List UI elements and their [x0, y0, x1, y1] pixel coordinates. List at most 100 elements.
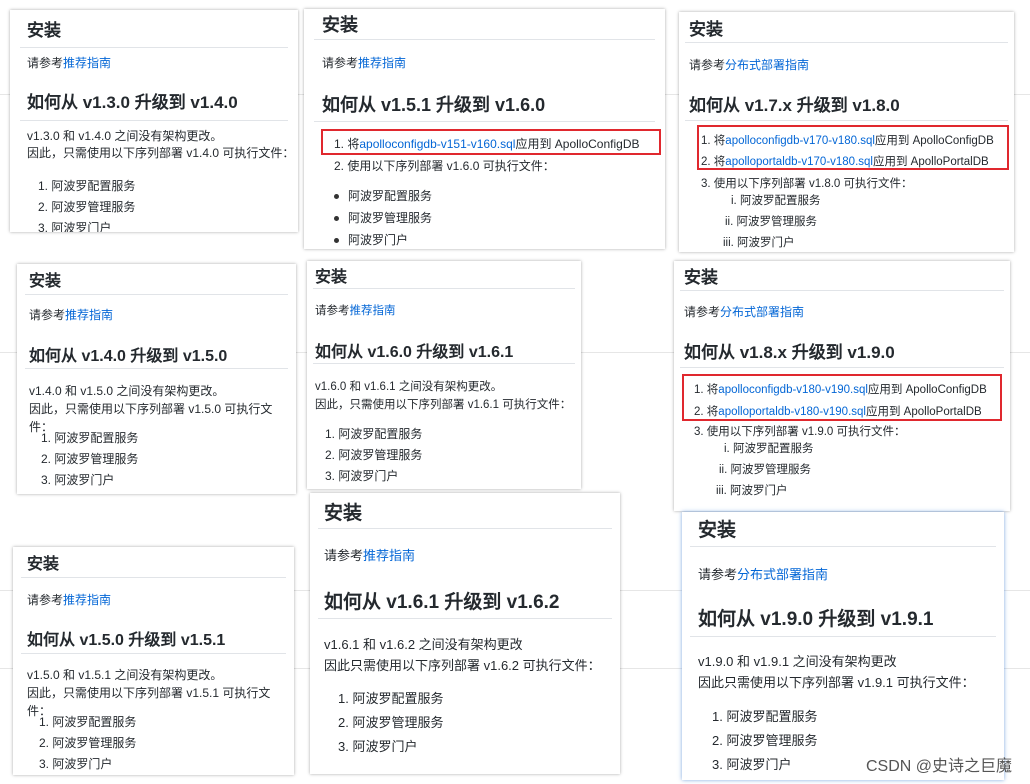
reference-prefix: 请参考 — [27, 56, 64, 70]
upgrade-card-v140-v150: 安装 请参考推荐指南 如何从 v1.4.0 升级到 v1.5.0 v1.4.0 … — [17, 264, 296, 494]
upgrade-card-v18x-v190: 安装 请参考分布式部署指南 如何从 v1.8.x 升级到 v1.9.0 1. 将… — [674, 261, 1010, 511]
deploy-list: 1. 阿波罗配置服务 2. 阿波罗管理服务 3. 阿波罗门户 — [325, 424, 422, 487]
bullet-icon — [334, 194, 339, 199]
bullet-icon — [334, 238, 339, 243]
guide-link[interactable]: 推荐指南 — [358, 56, 406, 70]
sql-step-portal: 2. 将apolloportaldb-v180-v190.sql应用到 Apol… — [694, 403, 982, 419]
deploy-step: 3. 使用以下序列部署 v1.9.0 可执行文件： — [694, 426, 906, 438]
upgrade-heading: 如何从 v1.4.0 升级到 v1.5.0 — [29, 348, 228, 365]
reference-prefix: 请参考 — [698, 567, 738, 582]
install-title: 安装 — [322, 15, 358, 35]
divider — [680, 290, 1004, 291]
divider — [690, 636, 996, 637]
divider — [21, 577, 286, 578]
list-item: i. 阿波罗配置服务 — [724, 443, 814, 455]
guide-link[interactable]: 推荐指南 — [63, 593, 111, 607]
reference-line: 请参考分布式部署指南 — [689, 56, 809, 73]
upgrade-heading: 如何从 v1.6.1 升级到 v1.6.2 — [324, 592, 560, 613]
guide-link[interactable]: 推荐指南 — [63, 56, 111, 70]
list-item: 1. 阿波罗配置服务 — [38, 179, 136, 193]
reference-prefix: 请参考 — [27, 593, 64, 607]
guide-link[interactable]: 推荐指南 — [350, 305, 396, 317]
reference-line: 请参考推荐指南 — [27, 54, 111, 71]
bullet-icon — [334, 216, 339, 221]
divider — [20, 47, 288, 48]
description: v1.6.1 和 v1.6.2 之间没有架构更改 因此只需使用以下序列部署 v1… — [324, 634, 601, 676]
list-item-label: 阿波罗门户 — [348, 233, 409, 247]
deploy-list: 阿波罗配置服务 阿波罗管理服务 阿波罗门户 — [334, 185, 432, 249]
divider — [685, 42, 1008, 43]
csdn-watermark: CSDN @史诗之巨魔 — [865, 758, 1012, 775]
list-item: 2. 阿波罗管理服务 — [38, 200, 136, 214]
guide-link[interactable]: 推荐指南 — [363, 548, 415, 563]
list-item: i. 阿波罗配置服务 — [731, 195, 821, 207]
upgrade-heading: 如何从 v1.6.0 升级到 v1.6.1 — [315, 344, 514, 361]
divider — [313, 363, 575, 364]
sql-script-link[interactable]: apolloconfigdb-v180-v190.sql — [718, 384, 868, 396]
reference-prefix: 请参考 — [324, 548, 364, 563]
list-item: 2. 阿波罗管理服务 — [39, 736, 137, 750]
upgrade-card-v160-v161: 安装 请参考推荐指南 如何从 v1.6.0 升级到 v1.6.1 v1.6.0 … — [307, 261, 581, 489]
description-line: 因此只需使用以下序列部署 v1.9.1 可执行文件： — [698, 675, 975, 690]
upgrade-card-v161-v162: 安装 请参考推荐指南 如何从 v1.6.1 升级到 v1.6.2 v1.6.1 … — [310, 493, 620, 774]
sql-step-portal: 2. 将apolloportaldb-v170-v180.sql应用到 Apol… — [701, 153, 989, 169]
sql-script-link[interactable]: apolloportaldb-v180-v190.sql — [718, 406, 866, 418]
upgrade-card-v150-v151: 安装 请参考推荐指南 如何从 v1.5.0 升级到 v1.5.1 v1.5.0 … — [13, 547, 294, 775]
install-title: 安装 — [27, 21, 61, 40]
reference-line: 请参考推荐指南 — [322, 54, 406, 71]
upgrade-heading: 如何从 v1.5.1 升级到 v1.6.0 — [322, 95, 546, 115]
install-title: 安装 — [315, 269, 348, 286]
guide-link[interactable]: 分布式部署指南 — [737, 567, 828, 582]
description: v1.3.0 和 v1.4.0 之间没有架构更改。 因此，只需使用以下序列部署 … — [27, 128, 294, 162]
sql-script-link[interactable]: apolloportaldb-v170-v180.sql — [725, 156, 873, 168]
deploy-list: i. 阿波罗配置服务 ii. 阿波罗管理服务 iii. 阿波罗门户 — [716, 439, 813, 502]
sql-script-link[interactable]: apolloconfigdb-v151-v160.sql — [359, 137, 515, 151]
list-item: ii. 阿波罗管理服务 — [719, 464, 811, 476]
install-title: 安装 — [684, 268, 718, 287]
description-line: 因此，只需使用以下序列部署 v1.4.0 可执行文件： — [27, 146, 295, 160]
list-item: 阿波罗管理服务 — [334, 207, 432, 229]
reference-prefix: 请参考 — [29, 308, 66, 322]
deploy-list: 1. 阿波罗配置服务 2. 阿波罗管理服务 3. 阿波罗门户 — [712, 705, 817, 777]
install-title: 安装 — [698, 520, 737, 541]
install-title: 安装 — [27, 556, 60, 573]
description-line: v1.4.0 和 v1.5.0 之间没有架构更改。 — [29, 384, 225, 398]
list-item: 3. 阿波罗门户 — [338, 739, 418, 754]
install-title: 安装 — [689, 20, 723, 39]
divider — [21, 653, 286, 654]
list-item: 3. 阿波罗门户 — [38, 221, 112, 232]
list-item: 1. 阿波罗配置服务 — [338, 691, 444, 706]
guide-link[interactable]: 分布式部署指南 — [720, 305, 804, 319]
guide-link[interactable]: 分布式部署指南 — [725, 58, 809, 72]
upgrade-heading: 如何从 v1.9.0 升级到 v1.9.1 — [698, 609, 934, 630]
divider — [25, 368, 288, 369]
reference-line: 请参考分布式部署指南 — [684, 303, 804, 320]
list-item: 3. 阿波罗门户 — [39, 757, 113, 771]
description: v1.6.0 和 v1.6.1 之间没有架构更改。 因此，只需使用以下序列部署 … — [315, 378, 571, 414]
upgrade-heading: 如何从 v1.3.0 升级到 v1.4.0 — [27, 93, 238, 112]
divider — [314, 121, 655, 122]
step-prefix: 2. 将 — [694, 406, 719, 418]
deploy-list: 1. 阿波罗配置服务 2. 阿波罗管理服务 3. 阿波罗门户 — [38, 176, 135, 232]
divider — [685, 120, 1008, 121]
upgrade-heading: 如何从 v1.5.0 升级到 v1.5.1 — [27, 632, 226, 649]
sql-step-config: 1. 将apolloconfigdb-v170-v180.sql应用到 Apol… — [701, 132, 994, 148]
list-item: 3. 阿波罗门户 — [325, 469, 399, 483]
step-prefix: 2. 将 — [701, 156, 726, 168]
list-item: 2. 阿波罗管理服务 — [712, 733, 818, 748]
step-suffix: 应用到 ApolloPortalDB — [865, 406, 982, 418]
list-item-label: 阿波罗配置服务 — [348, 189, 433, 203]
reference-line: 请参考推荐指南 — [27, 591, 111, 608]
guide-link[interactable]: 推荐指南 — [65, 308, 113, 322]
list-item: 2. 阿波罗管理服务 — [41, 452, 139, 466]
install-title: 安装 — [324, 503, 363, 524]
description-line: 因此只需使用以下序列部署 v1.6.2 可执行文件： — [324, 658, 601, 673]
list-item: ii. 阿波罗管理服务 — [725, 216, 817, 228]
divider — [318, 618, 612, 619]
description-line: v1.6.0 和 v1.6.1 之间没有架构更改。 — [315, 381, 503, 393]
step-suffix: 应用到 ApolloConfigDB — [515, 137, 640, 151]
deploy-list: 1. 阿波罗配置服务 2. 阿波罗管理服务 3. 阿波罗门户 — [39, 712, 136, 775]
step-suffix: 应用到 ApolloPortalDB — [872, 156, 989, 168]
deploy-list: i. 阿波罗配置服务 ii. 阿波罗管理服务 iii. 阿波罗门户 — [723, 191, 820, 252]
sql-script-link[interactable]: apolloconfigdb-v170-v180.sql — [725, 135, 875, 147]
